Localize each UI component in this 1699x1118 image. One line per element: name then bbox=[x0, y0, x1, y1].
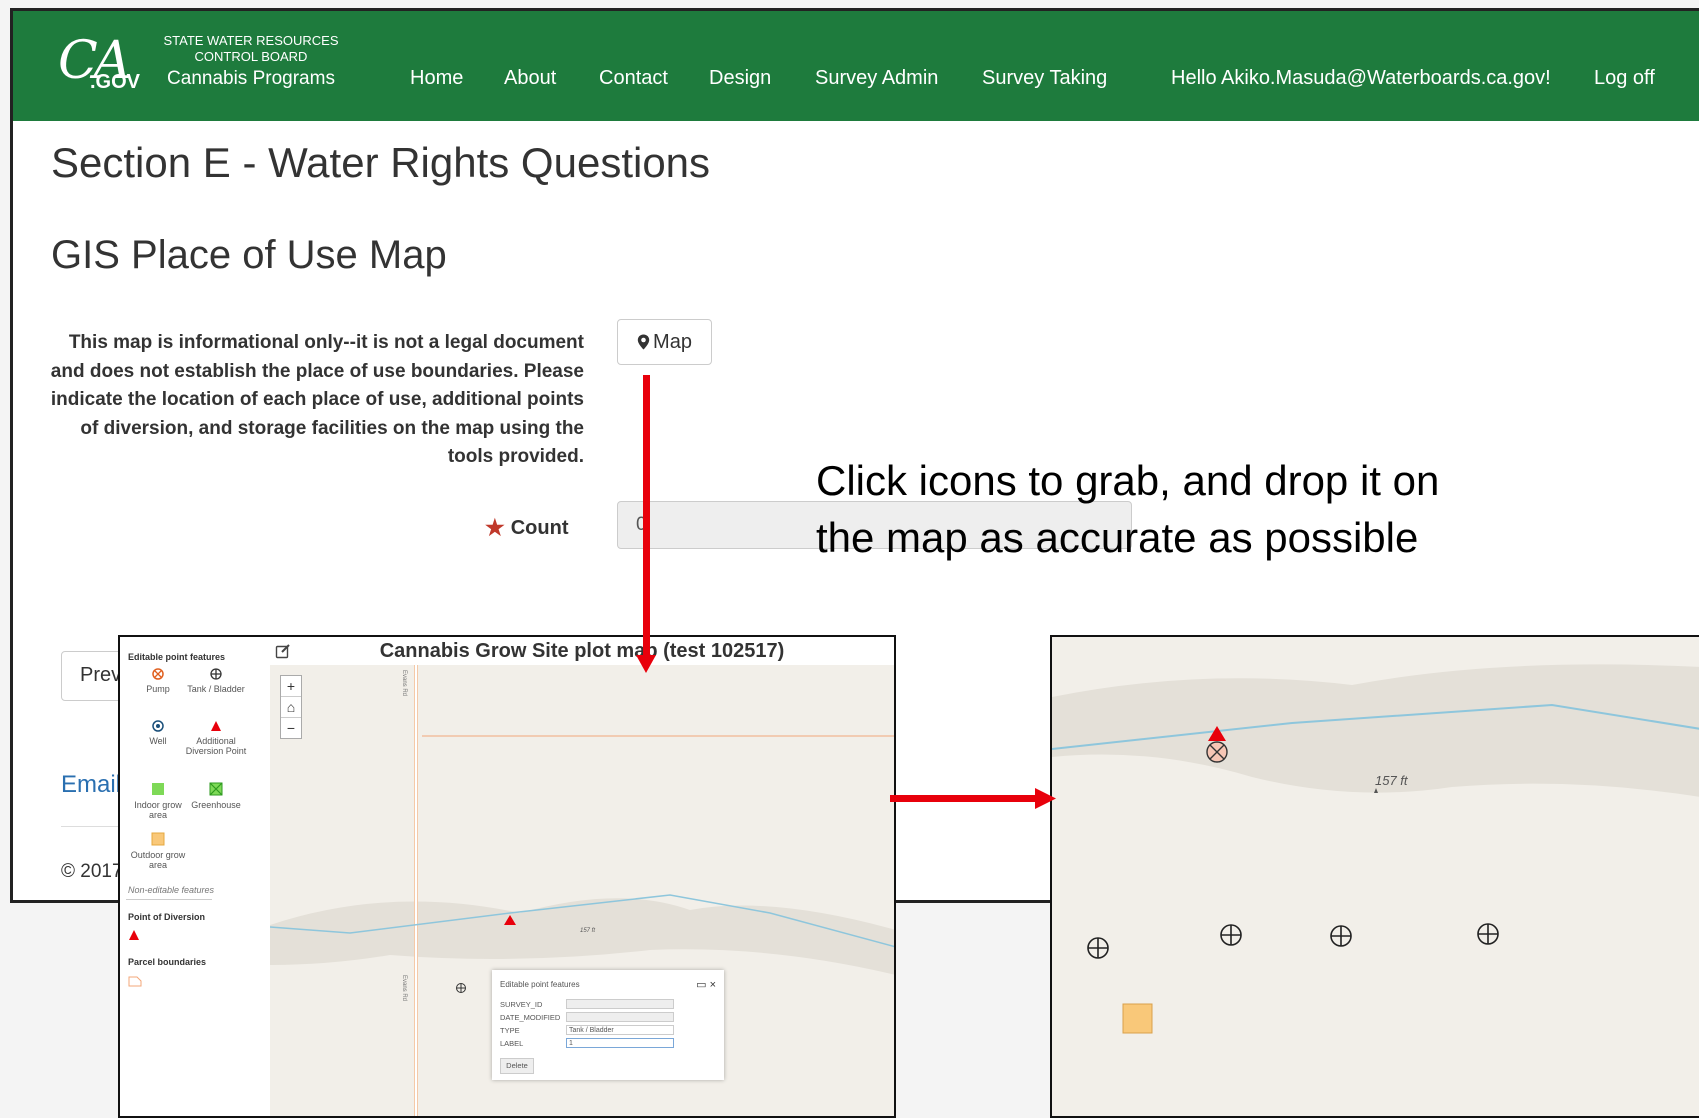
close-icon[interactable]: × bbox=[710, 979, 716, 991]
map-info-text: This map is informational only--it is no… bbox=[50, 332, 584, 467]
map-panel: Editable point features Pump Tank / Blad… bbox=[118, 635, 896, 1118]
map-marker-icon bbox=[637, 334, 650, 350]
agency-line2: CONTROL BOARD bbox=[194, 49, 308, 64]
diversion-icon bbox=[211, 721, 221, 731]
nav-about[interactable]: About bbox=[504, 67, 556, 90]
field-label-label: LABEL bbox=[500, 1039, 524, 1048]
home-icon[interactable]: ⌂ bbox=[281, 697, 301, 718]
feature-popup: Editable point features ▭ × SURVEY_ID DA… bbox=[492, 970, 724, 1080]
legend-well-label: Well bbox=[149, 736, 167, 746]
pod-triangle-icon bbox=[129, 930, 139, 940]
nav-survey-taking[interactable]: Survey Taking bbox=[982, 67, 1107, 90]
legend-pump[interactable]: Pump bbox=[126, 668, 190, 694]
map-button[interactable]: Map bbox=[617, 319, 712, 365]
popup-controls: ▭ × bbox=[696, 978, 716, 991]
tank-icon bbox=[210, 668, 222, 680]
road-label-top: Evans Rd bbox=[401, 670, 407, 697]
field-survey-id-label: SURVEY_ID bbox=[500, 1000, 543, 1009]
count-label: ★ Count bbox=[485, 515, 569, 541]
count-label-text: Count bbox=[510, 516, 569, 539]
map-title: Cannabis Grow Site plot map (test 102517… bbox=[270, 637, 894, 666]
legend-indoor-grow[interactable]: Indoor grow area bbox=[126, 782, 190, 820]
popup-delete-button[interactable]: Delete bbox=[500, 1058, 534, 1074]
outdoor-grow-icon bbox=[151, 832, 165, 846]
nav-survey-admin[interactable]: Survey Admin bbox=[815, 67, 938, 90]
map-button-label: Map bbox=[653, 330, 692, 353]
non-editable-header: Non-editable features bbox=[128, 885, 215, 895]
legend-indoor-grow-label: Indoor grow area bbox=[134, 800, 182, 820]
legend-diversion[interactable]: Additional Diversion Point bbox=[184, 720, 248, 756]
subsection-title: GIS Place of Use Map bbox=[51, 233, 447, 277]
zoomed-map[interactable]: 157 ft bbox=[1050, 635, 1699, 1118]
logo-gov-text: .GOV bbox=[90, 71, 141, 93]
nav-greeting[interactable]: Hello Akiko.Masuda@Waterboards.ca.gov! bbox=[1171, 67, 1551, 90]
legend-divider bbox=[126, 899, 212, 900]
road-label-bottom: Evans Rd bbox=[401, 975, 407, 1002]
zoomed-map-graphics bbox=[1052, 664, 1699, 1034]
section-title: Section E - Water Rights Questions bbox=[51, 139, 711, 186]
field-label-input[interactable]: 1 bbox=[566, 1038, 674, 1048]
popup-title: Editable point features bbox=[500, 980, 580, 989]
right-arrow-annotation bbox=[890, 788, 1056, 809]
legend-outdoor-grow-label: Outdoor grow area bbox=[130, 850, 186, 870]
legend-greenhouse[interactable]: Greenhouse bbox=[184, 782, 248, 810]
zoom-in-button[interactable]: + bbox=[281, 676, 301, 697]
nav-logoff[interactable]: Log off bbox=[1594, 67, 1655, 90]
nav-design[interactable]: Design bbox=[709, 67, 771, 90]
nav-home[interactable]: Home bbox=[410, 67, 463, 90]
zoomed-elevation-label: 157 ft bbox=[1375, 773, 1408, 788]
nav-contact[interactable]: Contact bbox=[599, 67, 668, 90]
required-star-icon: ★ bbox=[485, 515, 505, 540]
zoom-out-button[interactable]: − bbox=[281, 718, 301, 738]
edit-icon[interactable] bbox=[275, 643, 291, 659]
navbar: CA .GOV STATE WATER RESOURCES CONTROL BO… bbox=[13, 11, 1699, 121]
legend-well[interactable]: Well bbox=[126, 720, 190, 746]
field-date-modified-label: DATE_MODIFIED bbox=[500, 1013, 561, 1022]
greenhouse-icon bbox=[209, 782, 223, 796]
parcel-header: Parcel boundaries bbox=[128, 957, 207, 967]
down-arrow-annotation bbox=[636, 375, 656, 673]
maximize-icon[interactable]: ▭ bbox=[696, 979, 706, 991]
zoom-controls: + ⌂ − bbox=[280, 675, 302, 739]
agency-title: STATE WATER RESOURCES CONTROL BOARD Cann… bbox=[156, 33, 346, 89]
legend-diversion-label: Additional Diversion Point bbox=[185, 736, 247, 756]
editable-header: Editable point features bbox=[128, 652, 226, 662]
indoor-grow-icon bbox=[152, 783, 164, 795]
legend-pump-label: Pump bbox=[146, 684, 170, 694]
map-legend: Editable point features Pump Tank / Blad… bbox=[120, 637, 271, 1116]
callout-line2: the map as accurate as possible bbox=[816, 514, 1419, 561]
pod-header: Point of Diversion bbox=[128, 912, 206, 922]
legend-tank[interactable]: Tank / Bladder bbox=[184, 668, 248, 694]
field-date-modified-input[interactable] bbox=[566, 1012, 674, 1022]
field-type-select[interactable]: Tank / Bladder bbox=[566, 1025, 674, 1035]
legend-tank-label: Tank / Bladder bbox=[187, 684, 245, 694]
instruction-callout: Click icons to grab, and drop it on the … bbox=[816, 452, 1556, 566]
copyright: © 2017 bbox=[61, 861, 123, 882]
legend-outdoor-grow[interactable]: Outdoor grow area bbox=[126, 832, 190, 870]
parcel-outline-icon bbox=[128, 976, 142, 987]
elevation-label: 157 ft bbox=[580, 928, 596, 934]
agency-program: Cannabis Programs bbox=[167, 68, 335, 89]
email-link[interactable]: Email bbox=[61, 771, 121, 799]
field-type-label: TYPE bbox=[500, 1026, 520, 1035]
pump-icon bbox=[152, 668, 164, 680]
map-canvas[interactable]: 157 ft Evans Rd Evans Rd + ⌂ − Editable … bbox=[270, 665, 894, 1116]
field-survey-id-input[interactable] bbox=[566, 999, 674, 1009]
callout-line1: Click icons to grab, and drop it on bbox=[816, 457, 1440, 504]
well-icon bbox=[152, 720, 164, 732]
ca-gov-logo[interactable]: CA .GOV bbox=[58, 31, 168, 103]
legend-greenhouse-label: Greenhouse bbox=[191, 800, 241, 810]
agency-line1: STATE WATER RESOURCES bbox=[163, 33, 339, 48]
